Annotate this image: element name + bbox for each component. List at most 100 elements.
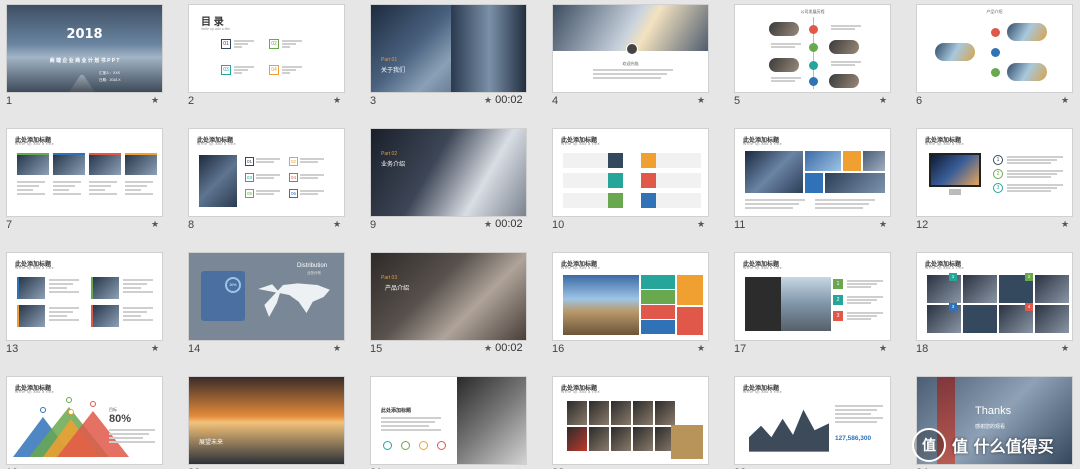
slide-thumbnail-14[interactable]: 20% Distribution 业务分布 14 ★ [182,248,358,364]
transition-star-icon[interactable]: ★ [151,343,159,354]
slide-thumbnail-6[interactable]: 产品介绍 6 ★ [910,0,1080,116]
transition-star-icon[interactable]: ★ [879,219,887,230]
slide-number: 10 [552,219,565,231]
pin-marker [40,407,46,413]
transition-star-icon[interactable]: ★ [697,343,705,354]
text-placeholder-line [745,199,805,201]
text-placeholder-line [815,199,875,201]
transition-star-icon[interactable]: ★ [484,95,492,105]
transition-star-icon[interactable]: ★ [484,343,492,353]
slide-preview[interactable]: 此处添加标题 Write up add a title [6,128,163,217]
list-number: 01 [245,157,254,166]
transition-star-icon[interactable]: ★ [333,219,341,230]
photo-small [825,173,885,193]
text-placeholder-line [593,77,661,79]
slide-preview[interactable]: 此处添加标题 Write up add a title [552,376,709,465]
text-placeholder-line [300,158,324,160]
transition-star-icon[interactable]: ★ [151,95,159,106]
product-node [991,68,1000,77]
slide-thumbnail-1[interactable]: 2018 商 端 企 业 商 业 计 划 书 P P T 汇报人：XXX 日期：201… [0,0,176,116]
slide-preview[interactable]: 20% Distribution 业务分布 [188,252,345,341]
landscape-photo [781,277,831,331]
slide-thumbnail-3[interactable]: Part 01 关于我们 3 ★ 00:02 [364,0,540,116]
slide-thumbnail-12[interactable]: 此处添加标题 Write up add a title 1 2 3 12 ★ [910,124,1080,240]
slide-thumbnail-16[interactable]: 此处添加标题 Write up add a title 16 ★ [546,248,722,364]
gallery-photo [655,401,675,425]
transition-star-icon[interactable]: ★ [1061,219,1069,230]
slide-thumbnail-5[interactable]: 公司发展历程 5 ★ [728,0,904,116]
slide-preview[interactable]: Part 04 展望未来 [188,376,345,465]
slide-preview[interactable]: 此处添加标题 Write up add a title 127,586,300 [734,376,891,465]
monitor-screen [929,153,981,187]
part-caption: 关于我们 [381,68,406,74]
part-caption: 展望未来 [199,440,224,446]
slide-subheading: Write up add a title [925,142,965,146]
text-placeholder-line [49,307,79,309]
watermark-text: 值 什么值得买 [952,437,1054,456]
slide-thumbnail-23[interactable]: 此处添加标题Write up add a title127,586,30023★ [728,372,904,469]
slide-thumbnail-9[interactable]: Part 02 业务介绍 9 ★ 00:02 [364,124,540,240]
world-map [258,283,330,317]
transition-star-icon[interactable]: ★ [333,343,341,354]
slide-preview[interactable]: 此处添加标题 Write up add a title [552,128,709,217]
goal-percent: 80% [109,413,132,425]
slide-thumbnail-18[interactable]: 此处添加标题 Write up add a title 1 2 3 4 18 ★ [910,248,1080,364]
slide-thumbnail-8[interactable]: 此处添加标题 Write up add a title 01 02 03 04 05 06 8 ★ [182,124,358,240]
card-photo [17,277,45,299]
slide-preview[interactable]: 此处添加标题 Write up add a title [734,128,891,217]
slide-thumbnail-15[interactable]: Part 03 产品介绍 15 ★ 00:02 [364,248,540,364]
timeline-photo [829,40,859,54]
slide-thumbnail-2[interactable]: 目 录 Write up add a title 01 02 03 04 2 ★ [182,0,358,116]
transition-star-icon[interactable]: ★ [1061,95,1069,106]
text-placeholder-line [835,421,877,423]
card-photo [91,305,119,327]
toc-item-number: 01 [221,39,231,49]
slide-thumbnail-11[interactable]: 此处添加标题 Write up add a title 11 ★ [728,124,904,240]
transition-star-icon[interactable]: ★ [484,219,492,229]
slide-preview[interactable]: 此处添加标题 Write up add a title 1 2 3 4 [916,252,1073,341]
transition-star-icon[interactable]: ★ [333,95,341,106]
pin-marker [66,397,72,403]
text-placeholder-line [256,177,274,179]
transition-star-icon[interactable]: ★ [151,219,159,230]
slide-preview[interactable]: 2018 商 端 企 业 商 业 计 划 书 P P T 汇报人：XXX 日期：201… [6,4,163,93]
slide-thumbnail-4[interactable]: 欢迎光临 4 ★ [546,0,722,116]
slide-preview[interactable]: 此处添加标题 Write up add a title 1 2 3 [916,128,1073,217]
text-placeholder-line [17,185,39,187]
text-placeholder-line [53,185,75,187]
slide-thumbnail-13[interactable]: 此处添加标题 Write up add a title 13 ★ [0,248,176,364]
percent-ring: 20% [225,277,241,293]
slide-thumbnail-20[interactable]: Part 04展望未来20★ [182,372,358,469]
slide-preview[interactable]: Part 03 产品介绍 [370,252,527,341]
slide-thumbnail-19[interactable]: 此处添加标题Write up add a title目标80%19★ [0,372,176,469]
slide-thumbnail-7[interactable]: 此处添加标题 Write up add a title 7 ★ [0,124,176,240]
slide-preview[interactable]: 此处添加标题 Write up add a title [552,252,709,341]
text-placeholder-line [771,80,795,82]
slide-subheading: Write up add a title [743,142,783,146]
transition-star-icon[interactable]: ★ [697,219,705,230]
slide-thumbnail-17[interactable]: 此处添加标题 Write up add a title 1 2 3 17 ★ [728,248,904,364]
slide-preview[interactable]: 此处添加标题 Write up add a title 目标 80% [6,376,163,465]
transition-star-icon[interactable]: ★ [697,95,705,106]
slide-preview[interactable]: 此处添加标题 Write up add a title [6,252,163,341]
transition-star-icon[interactable]: ★ [1061,343,1069,354]
slide-preview[interactable]: 此处添加标题 Write up add a title 1 2 3 [734,252,891,341]
slide-subheading: Write up add a title [561,142,601,146]
slide-preview[interactable]: 此处添加标题 Write up add a title 01 02 03 04 05 06 [188,128,345,217]
transition-star-icon[interactable]: ★ [879,95,887,106]
slide-preview[interactable]: 产品介绍 [916,4,1073,93]
slide-preview[interactable]: 公司发展历程 [734,4,891,93]
slide-thumbnail-21[interactable]: 此处添加标题21★ [364,372,540,469]
step-badge: 1 [833,279,843,289]
slide-preview[interactable]: 此处添加标题 [370,376,527,465]
transition-star-icon[interactable]: ★ [879,343,887,354]
slide-preview[interactable]: Part 02 业务介绍 [370,128,527,217]
slide-thumbnail-10[interactable]: 此处添加标题 Write up add a title 10 ★ [546,124,722,240]
gallery-photo [611,401,631,425]
slide-preview[interactable]: 欢迎光临 [552,4,709,93]
slide-preview[interactable]: 目 录 Write up add a title 01 02 03 04 [188,4,345,93]
step-badge: 2 [833,295,843,305]
slide-thumbnail-22[interactable]: 此处添加标题Write up add a title22★ [546,372,722,469]
slide-preview[interactable]: Part 01 关于我们 [370,4,527,93]
text-placeholder-line [1007,190,1051,192]
